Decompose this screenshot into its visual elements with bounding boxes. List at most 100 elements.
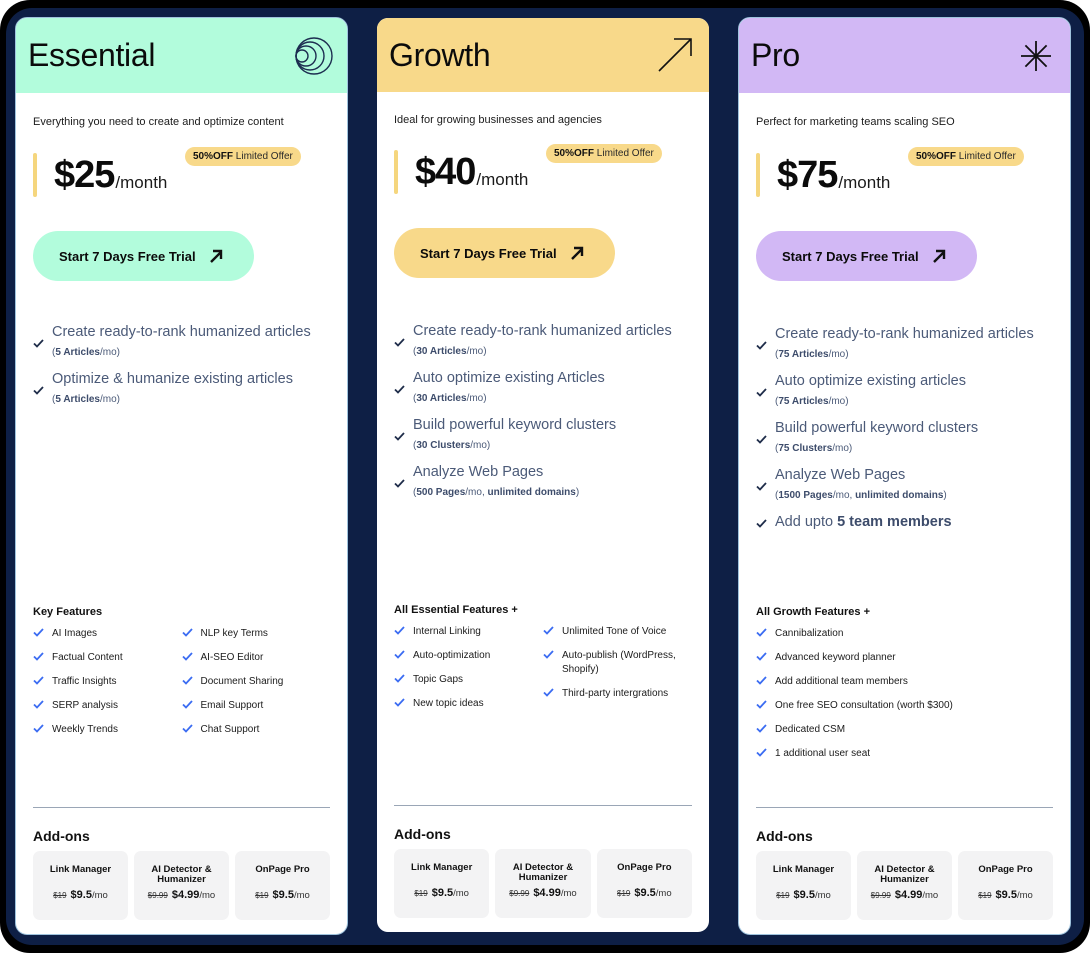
check-icon (756, 431, 775, 455)
main-feature-item: Build powerful keyword clusters (75 Clust… (756, 419, 1053, 455)
check-icon (394, 334, 413, 358)
check-icon (543, 626, 562, 635)
check-icon (543, 688, 562, 697)
concentric-circles-icon (291, 34, 335, 78)
check-icon (33, 335, 52, 359)
main-feature-content: Analyze Web Pages (1500 Pages/mo, unlimit… (775, 466, 947, 502)
plan-tagline: Everything you need to create and optimi… (33, 116, 284, 128)
check-icon (394, 674, 413, 683)
main-feature-quota: (30 Clusters/mo) (413, 439, 616, 452)
main-feature-content: Build powerful keyword clusters (75 Clust… (775, 419, 978, 455)
team-members-label: Add upto (775, 514, 838, 530)
asterisk-icon (1014, 34, 1058, 78)
quota-unit: /mo) (470, 440, 491, 451)
addon-name: OnPage Pro (617, 862, 672, 873)
check-icon (33, 652, 52, 661)
discount-badge: 50%OFF Limited Offer (546, 144, 662, 163)
key-feature-item: AI-SEO Editor (181, 651, 331, 665)
key-feature-item: New topic ideas (394, 697, 543, 711)
main-feature-content: Build powerful keyword clusters (30 Clust… (413, 416, 616, 452)
start-trial-button[interactable]: Start 7 Days Free Trial (33, 231, 254, 281)
addon-card[interactable]: OnPage Pro $19 $9.5/mo (596, 849, 692, 918)
key-features-col-1: Cannibalization Advanced keyword planner A… (756, 627, 1053, 771)
key-feature-item: Add additional team members (756, 675, 1053, 689)
key-feature-item: Dedicated CSM (756, 723, 1053, 737)
main-feature-quota: (5 Articles/mo) (52, 346, 311, 359)
check-icon (394, 626, 413, 635)
main-feature-content: Analyze Web Pages (500 Pages/mo, unlimite… (413, 463, 579, 499)
addon-card[interactable]: Link Manager $19 $9.5/mo (756, 851, 851, 920)
addon-price: $19 $9.5/mo (958, 889, 1053, 901)
check-icon (394, 650, 413, 659)
check-icon (756, 628, 775, 637)
quota-amount: 75 Articles (778, 349, 829, 360)
key-feature-label: Third-party intergrations (562, 688, 669, 699)
addons-list: Link Manager $19 $9.5/mo AI Detector & Huma… (33, 851, 330, 920)
addon-card[interactable]: AI Detector & Humanizer $9.99 $4.99/mo (495, 849, 591, 918)
addon-unit: /mo (293, 890, 310, 901)
key-feature-label: Topic Gaps (413, 674, 464, 685)
check-icon (33, 628, 52, 637)
addons-title: Add-ons (33, 828, 90, 844)
price-accent-bar (394, 150, 398, 194)
main-feature-item: Auto optimize existing articles (75 Artic… (756, 372, 1053, 408)
addon-old-price: $19 (617, 889, 631, 898)
main-feature-item: Analyze Web Pages (1500 Pages/mo, unlimit… (756, 466, 1053, 502)
main-feature-text: Analyze Web Pages (413, 464, 544, 480)
addons-list: Link Manager $19 $9.5/mo AI Detector & Huma… (756, 851, 1053, 920)
check-icon (756, 515, 775, 533)
addon-card[interactable]: OnPage Pro $19 $9.5/mo (235, 851, 330, 920)
addon-unit: /mo (453, 888, 469, 899)
check-icon (394, 475, 413, 499)
discount-badge: 50%OFF Limited Offer (908, 147, 1024, 166)
addon-new-price: $4.99 (533, 887, 561, 899)
addon-card[interactable]: AI Detector & Humanizer $9.99 $4.99/mo (134, 851, 229, 920)
addon-new-price: $4.99 (894, 889, 923, 901)
key-feature-item: 1 additional user seat (756, 747, 1053, 761)
key-feature-label: Document Sharing (200, 676, 284, 687)
discount-label: Limited Offer (958, 151, 1016, 162)
addon-name: Link Manager (411, 862, 473, 873)
addon-card[interactable]: OnPage Pro $19 $9.5/mo (958, 851, 1053, 920)
price-row: $25 /month 50%OFF Limited Offer (33, 147, 330, 197)
quota-amount: 75 Articles (778, 396, 829, 407)
addons-title: Add-ons (394, 826, 451, 842)
main-feature-text: Create ready-to-rank humanized articles (413, 323, 672, 339)
addon-card[interactable]: Link Manager $19 $9.5/mo (33, 851, 128, 920)
arrow-up-right-icon (569, 245, 585, 261)
addon-name: AI Detector & Humanizer (151, 864, 212, 885)
main-feature-content: Create ready-to-rank humanized articles (… (413, 322, 672, 358)
start-trial-label: Start 7 Days Free Trial (420, 245, 557, 261)
key-feature-item: Auto-optimization (394, 649, 543, 663)
check-icon (543, 650, 562, 659)
discount-label: Limited Offer (596, 148, 654, 159)
key-feature-item: Weekly Trends (33, 723, 182, 737)
main-feature-quota: (30 Articles/mo) (413, 345, 672, 358)
plan-card-growth: Growth Ideal for growing businesses and … (376, 17, 710, 933)
main-feature-text: Create ready-to-rank humanized articles (775, 326, 1034, 342)
addon-new-price: $9.5 (431, 887, 454, 899)
addon-old-price: $9.99 (870, 891, 891, 900)
arrow-up-right-icon (931, 248, 947, 264)
start-trial-button[interactable]: Start 7 Days Free Trial (394, 228, 615, 278)
divider (756, 807, 1053, 808)
divider (33, 807, 330, 808)
addon-card[interactable]: Link Manager $19 $9.5/mo (394, 849, 490, 918)
key-feature-item: Third-party intergrations (543, 687, 692, 701)
check-icon (394, 428, 413, 452)
addon-new-price: $9.5 (70, 889, 92, 901)
start-trial-button[interactable]: Start 7 Days Free Trial (756, 231, 977, 281)
discount-label: Limited Offer (235, 151, 293, 162)
check-icon (756, 337, 775, 361)
check-icon (181, 700, 201, 709)
key-feature-item: NLP key Terms (181, 627, 331, 641)
key-feature-label: Chat Support (200, 724, 260, 735)
key-feature-item: SERP analysis (33, 699, 182, 713)
check-icon (33, 382, 52, 406)
addon-old-price: $19 (414, 889, 428, 898)
main-feature-item: Analyze Web Pages (500 Pages/mo, unlimite… (394, 463, 692, 499)
key-features-title: Key Features (33, 606, 103, 618)
main-feature-item: Create ready-to-rank humanized articles (… (756, 325, 1053, 361)
addon-card[interactable]: AI Detector & Humanizer $9.99 $4.99/mo (857, 851, 952, 920)
key-features-col-2: Unlimited Tone of Voice Auto-publish (Wor… (543, 625, 692, 721)
